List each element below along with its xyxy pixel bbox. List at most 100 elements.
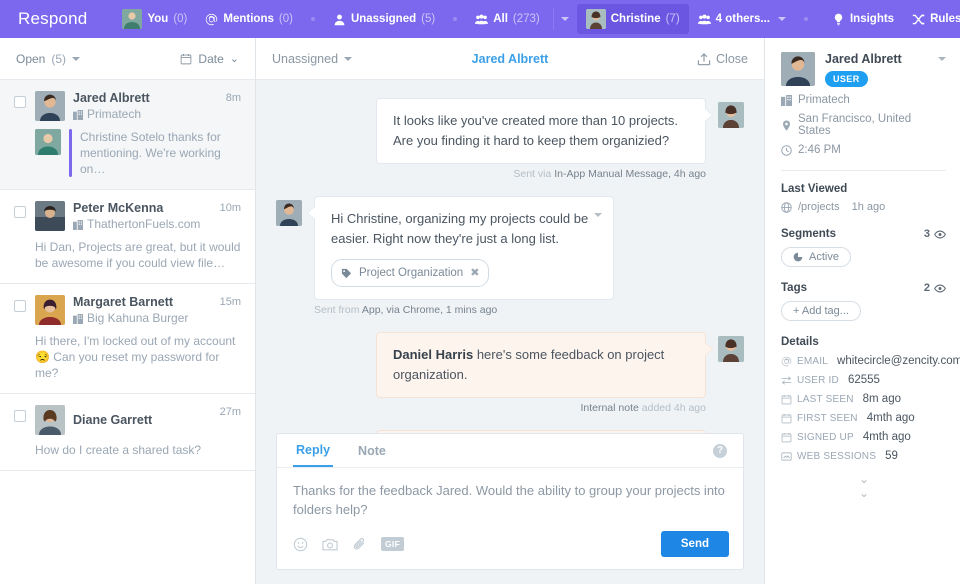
send-button[interactable]: Send xyxy=(661,531,729,557)
nav-tab-christine[interactable]: Christine (7) xyxy=(577,4,689,34)
detail-label: EMAIL xyxy=(797,356,828,367)
sort-dropdown[interactable]: Date ⌄ xyxy=(180,52,239,66)
segment-pill-active[interactable]: Active xyxy=(781,247,851,267)
message-bubble-note[interactable]: Daniel Harris here's some feedback on pr… xyxy=(376,332,706,398)
detail-label: FIRST SEEN xyxy=(797,413,858,424)
status-filter-count: (5) xyxy=(51,52,66,66)
nav-tab-all[interactable]: All (273) xyxy=(466,8,549,31)
conversation-checkbox[interactable] xyxy=(14,206,26,218)
remove-tag-icon[interactable]: ✖ xyxy=(470,263,479,283)
conversation-item-margaret-barnett[interactable]: Margaret Barnett Big Kahuna Burger 15m xyxy=(0,284,255,394)
assignee-dropdown[interactable]: Unassigned xyxy=(272,52,352,66)
conversation-quoted-message: Christine Sotelo thanks for mentioning. … xyxy=(35,129,241,177)
calendar-icon xyxy=(781,413,792,424)
tag-label: Project Organization xyxy=(359,263,463,283)
conversation-meta: Margaret Barnett Big Kahuna Burger xyxy=(73,295,212,326)
contact-company-row: Primatech xyxy=(781,94,946,106)
conversation-header: Unassigned Jared Albrett Close xyxy=(256,38,764,80)
nav-tab-label: You xyxy=(147,13,168,25)
message-text: It looks like you've created more than 1… xyxy=(393,113,678,148)
message-thread[interactable]: It looks like you've created more than 1… xyxy=(256,80,764,433)
add-tag-button[interactable]: + Add tag... xyxy=(781,301,861,321)
detail-label: WEB SESSIONS xyxy=(797,451,876,462)
nav-action-rules[interactable]: Rules xyxy=(903,8,960,31)
detail-row-email: EMAIL whitecircle@zencity.com xyxy=(781,355,946,367)
conversation-item-diane-garrett[interactable]: Diane Garrett 27m How do I create a shar… xyxy=(0,394,255,471)
attachment-icon[interactable] xyxy=(352,537,367,552)
bulb-icon xyxy=(832,13,845,26)
sort-label: Date xyxy=(198,52,223,66)
message-meta-prefix: Internal note xyxy=(580,402,638,414)
eye-icon[interactable] xyxy=(934,230,946,239)
building-icon xyxy=(73,110,83,120)
message-tag-chip[interactable]: Project Organization ✖ xyxy=(331,259,489,287)
chevron-down-icon xyxy=(344,57,352,61)
message-row: Hi Christine, organizing my projects cou… xyxy=(276,196,744,300)
tab-note[interactable]: Note xyxy=(355,435,389,466)
message-tag-wrapper: Project Organization ✖ xyxy=(331,249,597,287)
nav-tab-you[interactable]: You (0) xyxy=(113,4,196,34)
sessions-icon xyxy=(781,451,792,462)
tab-reply[interactable]: Reply xyxy=(293,434,333,467)
avatar xyxy=(35,129,61,155)
image-icon[interactable] xyxy=(322,537,338,552)
last-viewed-ago: 1h ago xyxy=(852,201,886,213)
detail-row-user-id: USER ID 62555 xyxy=(781,374,946,386)
close-label: Close xyxy=(716,52,748,66)
conversation-contact-name: Diane Garrett xyxy=(73,413,212,428)
nav-action-insights[interactable]: Insights xyxy=(823,8,903,31)
conversation-item-jared-albrett[interactable]: Jared Albrett Primatech 8m xyxy=(0,80,255,190)
emoji-icon[interactable] xyxy=(293,537,308,552)
nav-divider xyxy=(553,8,554,30)
conversation-top-row: Jared Albrett Primatech 8m xyxy=(35,91,241,122)
message-bubble-note[interactable]: Christine Sotelo thanks for mentioning. … xyxy=(376,430,706,433)
conversation-timestamp: 15m xyxy=(220,296,241,308)
nav-tab-label: Mentions xyxy=(223,13,273,25)
divider xyxy=(781,170,946,171)
pie-icon xyxy=(793,252,803,262)
nav-tab-mentions[interactable]: Mentions (0) xyxy=(196,8,302,31)
person-icon xyxy=(333,13,346,26)
message-options-caret-icon[interactable] xyxy=(594,213,602,217)
at-icon xyxy=(205,13,218,26)
nav-tab-unassigned[interactable]: Unassigned (5) xyxy=(324,8,444,31)
bubble-tail xyxy=(705,343,712,355)
section-heading-tags: Tags 2 xyxy=(781,282,946,294)
conversation-company: Big Kahuna Burger xyxy=(73,311,212,326)
eye-icon[interactable] xyxy=(934,284,946,293)
detail-row-first-seen: FIRST SEEN 4mth ago xyxy=(781,412,946,424)
contact-options-caret-icon[interactable] xyxy=(938,57,946,61)
message-text: Hi Christine, organizing my projects cou… xyxy=(331,211,588,246)
conversation-checkbox[interactable] xyxy=(14,300,26,312)
conversation-preview-text: Hi Dan, Projects are great, but it would… xyxy=(35,239,241,271)
chevron-double-down-icon[interactable]: ⌄⌄ xyxy=(781,472,946,500)
last-viewed-page: /projects xyxy=(798,201,840,213)
tags-count-group: 2 xyxy=(924,282,946,294)
contact-identity: Jared Albrett USER xyxy=(825,52,902,87)
conversation-body: Margaret Barnett Big Kahuna Burger 15m xyxy=(35,295,241,381)
question-icon[interactable]: ? xyxy=(713,444,727,458)
conversation-checkbox[interactable] xyxy=(14,96,26,108)
gif-icon[interactable]: GIF xyxy=(381,537,404,551)
message-bubble[interactable]: Hi Christine, organizing my projects cou… xyxy=(314,196,614,300)
close-conversation-button[interactable]: Close xyxy=(697,52,748,66)
app-body: Open (5) Date ⌄ xyxy=(0,38,960,584)
nav-action-label: Insights xyxy=(850,13,894,25)
detail-value: 4mth ago xyxy=(867,412,915,424)
conversation-company: Primatech xyxy=(73,107,218,122)
message-bubble[interactable]: It looks like you've created more than 1… xyxy=(376,98,706,164)
conversation-checkbox[interactable] xyxy=(14,410,26,422)
assignee-label: Unassigned xyxy=(272,52,338,66)
message-meta-body: In-App Manual Message, 4h ago xyxy=(554,168,706,180)
conversation-item-peter-mckenna[interactable]: Peter McKenna ThathertonFuels.com 10m xyxy=(0,190,255,284)
nav-tab-count: (273) xyxy=(513,13,540,25)
conversation-list[interactable]: Jared Albrett Primatech 8m xyxy=(0,80,255,584)
nav-tab-count: (0) xyxy=(279,13,293,25)
nav-tab-label: All xyxy=(493,13,508,25)
nav-overflow-caret-icon[interactable] xyxy=(561,17,569,21)
tags-label: Tags xyxy=(781,282,807,294)
reply-input[interactable]: Thanks for the feedback Jared. Would the… xyxy=(277,468,743,525)
avatar xyxy=(718,336,744,362)
status-filter-dropdown[interactable]: Open (5) xyxy=(16,52,80,66)
nav-tab-others[interactable]: 4 others... xyxy=(689,8,795,31)
